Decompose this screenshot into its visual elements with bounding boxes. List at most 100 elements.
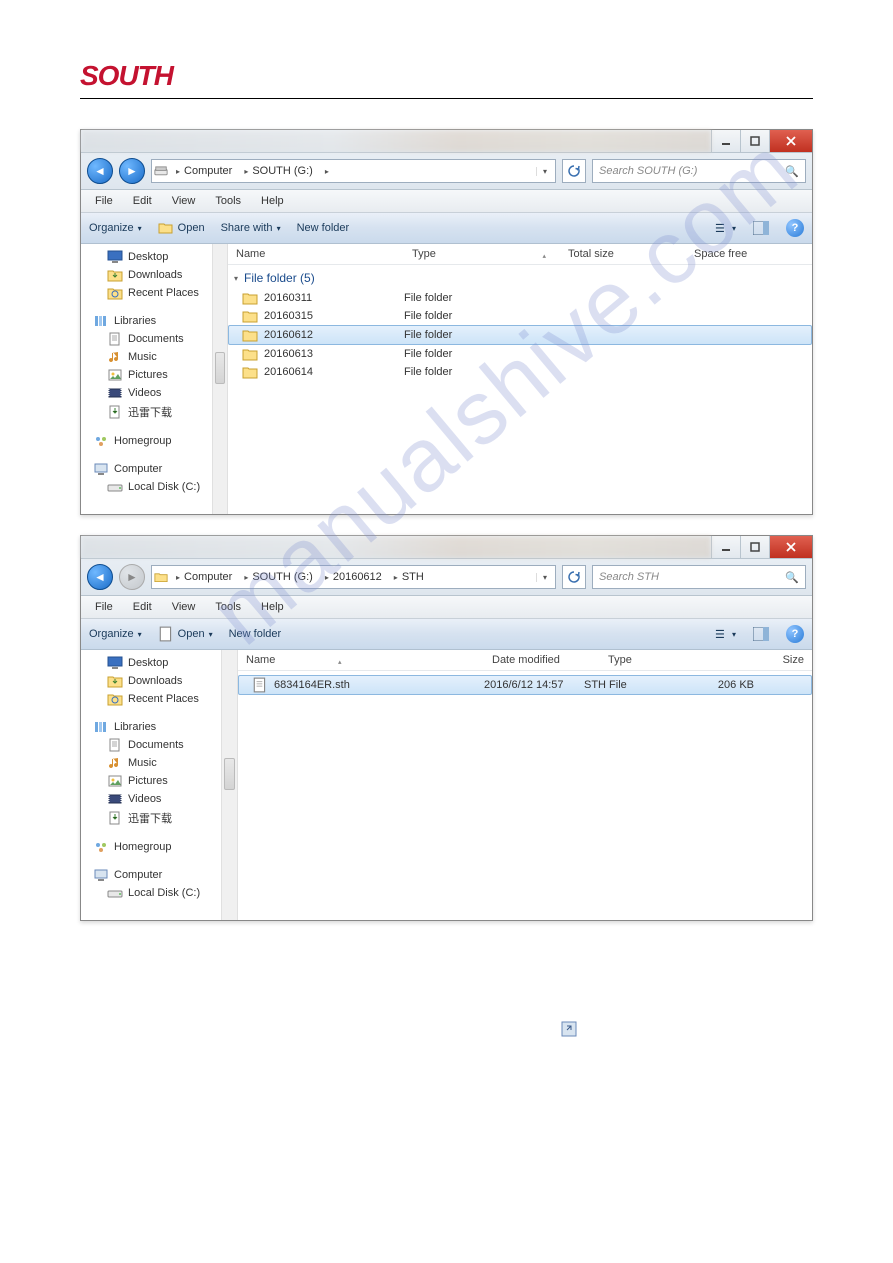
nav-tree: Desktop Downloads Recent Places Librarie… [81, 650, 221, 920]
tree-scrollbar[interactable] [212, 244, 229, 514]
menu-file[interactable]: File [87, 599, 121, 615]
tree-music[interactable]: Music [81, 348, 212, 366]
file-row-selected[interactable]: 6834164ER.sth 2016/6/12 14:57 STH File 2… [238, 675, 812, 695]
column-headers[interactable]: Name Type▴ Total size Space free [228, 244, 812, 265]
tree-desktop[interactable]: Desktop [81, 248, 212, 266]
tree-homegroup[interactable]: Homegroup [81, 432, 212, 450]
open-button[interactable]: Open [158, 221, 205, 235]
tree-libraries[interactable]: Libraries [81, 718, 221, 736]
maximize-button[interactable] [740, 130, 769, 152]
tree-videos[interactable]: Videos [81, 790, 221, 808]
addr-dropdown[interactable]: ▾ [536, 167, 553, 176]
col-free[interactable]: Space free [686, 248, 812, 260]
tree-homegroup[interactable]: Homegroup [81, 838, 221, 856]
tree-local-c[interactable]: Local Disk (C:) [81, 884, 221, 902]
tree-libraries[interactable]: Libraries [81, 312, 212, 330]
tree-local-c[interactable]: Local Disk (C:) [81, 478, 212, 496]
address-bar[interactable]: ▸Computer ▸SOUTH (G:) ▸20160612 ▸STH ▾ [151, 565, 556, 589]
tree-pictures[interactable]: Pictures [81, 366, 212, 384]
pictures-icon [107, 368, 123, 382]
column-headers[interactable]: Name▴ Date modified Type Size [238, 650, 812, 671]
drive-icon [154, 165, 168, 177]
tree-music[interactable]: Music [81, 754, 221, 772]
close-button[interactable] [769, 536, 812, 558]
tree-downloads[interactable]: Downloads [81, 672, 221, 690]
tree-xunlei[interactable]: 迅雷下载 [81, 808, 221, 828]
menu-help[interactable]: Help [253, 193, 292, 209]
file-row[interactable]: 20160613File folder [228, 345, 812, 363]
breadcrumb-tail[interactable]: ▸ [319, 167, 335, 176]
file-row[interactable]: 20160315File folder [228, 307, 812, 325]
breadcrumb-seg[interactable]: ▸Computer [170, 165, 238, 177]
new-folder-button[interactable]: New folder [297, 222, 350, 234]
preview-pane-button[interactable] [752, 219, 770, 237]
minimize-button[interactable] [711, 536, 740, 558]
search-input[interactable]: Search STH🔍 [592, 565, 806, 589]
refresh-button[interactable] [562, 159, 586, 183]
col-name[interactable]: Name▴ [238, 654, 484, 666]
tree-videos[interactable]: Videos [81, 384, 212, 402]
back-button[interactable]: ◄ [87, 564, 113, 590]
new-folder-button[interactable]: New folder [229, 628, 282, 640]
menu-tools[interactable]: Tools [207, 193, 249, 209]
forward-button[interactable]: ► [119, 564, 145, 590]
addr-dropdown[interactable]: ▾ [536, 573, 553, 582]
file-row[interactable]: 20160311File folder [228, 289, 812, 307]
breadcrumb-seg[interactable]: ▸SOUTH (G:) [238, 571, 319, 583]
xunlei-icon [107, 811, 123, 825]
desktop-icon [107, 656, 123, 670]
minimize-button[interactable] [711, 130, 740, 152]
col-total[interactable]: Total size [560, 248, 686, 260]
menu-edit[interactable]: Edit [125, 193, 160, 209]
view-options-button[interactable]: ☰ ▾ [712, 627, 736, 641]
breadcrumb-seg[interactable]: ▸SOUTH (G:) [238, 165, 319, 177]
close-button[interactable] [769, 130, 812, 152]
col-modified[interactable]: Date modified [484, 654, 600, 666]
menu-edit[interactable]: Edit [125, 599, 160, 615]
group-header[interactable]: ▾File folder (5) [228, 265, 812, 289]
tree-documents[interactable]: Documents [81, 736, 221, 754]
col-type[interactable]: Type▴ [404, 248, 560, 260]
organize-button[interactable]: Organize ▾ [89, 628, 142, 640]
file-row-selected[interactable]: 20160612File folder [228, 325, 812, 345]
file-row[interactable]: 20160614File folder [228, 363, 812, 381]
menu-view[interactable]: View [164, 193, 204, 209]
organize-button[interactable]: Organize ▾ [89, 222, 142, 234]
address-bar[interactable]: ▸Computer ▸SOUTH (G:) ▸ ▾ [151, 159, 556, 183]
breadcrumb-seg[interactable]: ▸Computer [170, 571, 238, 583]
search-input[interactable]: Search SOUTH (G:)🔍 [592, 159, 806, 183]
documents-icon [107, 332, 123, 346]
open-button[interactable]: Open ▾ [158, 627, 213, 641]
folder-icon [242, 365, 258, 379]
menu-tools[interactable]: Tools [207, 599, 249, 615]
back-button[interactable]: ◄ [87, 158, 113, 184]
forward-button[interactable]: ► [119, 158, 145, 184]
tree-xunlei[interactable]: 迅雷下载 [81, 402, 212, 422]
view-options-button[interactable]: ☰ ▾ [712, 221, 736, 235]
help-button[interactable]: ? [786, 625, 804, 643]
col-size[interactable]: Size [716, 654, 812, 666]
tree-downloads[interactable]: Downloads [81, 266, 212, 284]
share-button[interactable]: Share with ▾ [221, 222, 281, 234]
tree-computer[interactable]: Computer [81, 460, 212, 478]
tree-computer[interactable]: Computer [81, 866, 221, 884]
tree-recent[interactable]: Recent Places [81, 284, 212, 302]
tree-recent[interactable]: Recent Places [81, 690, 221, 708]
tree-pictures[interactable]: Pictures [81, 772, 221, 790]
music-icon [107, 756, 123, 770]
tree-scrollbar[interactable] [221, 650, 239, 920]
preview-pane-button[interactable] [752, 625, 770, 643]
col-type[interactable]: Type [600, 654, 716, 666]
menu-file[interactable]: File [87, 193, 121, 209]
address-row: ◄ ► ▸Computer ▸SOUTH (G:) ▸20160612 ▸STH… [81, 559, 812, 596]
breadcrumb-seg[interactable]: ▸STH [388, 571, 430, 583]
refresh-button[interactable] [562, 565, 586, 589]
menu-view[interactable]: View [164, 599, 204, 615]
tree-desktop[interactable]: Desktop [81, 654, 221, 672]
maximize-button[interactable] [740, 536, 769, 558]
breadcrumb-seg[interactable]: ▸20160612 [319, 571, 388, 583]
menu-help[interactable]: Help [253, 599, 292, 615]
help-button[interactable]: ? [786, 219, 804, 237]
tree-documents[interactable]: Documents [81, 330, 212, 348]
col-name[interactable]: Name [228, 248, 404, 260]
